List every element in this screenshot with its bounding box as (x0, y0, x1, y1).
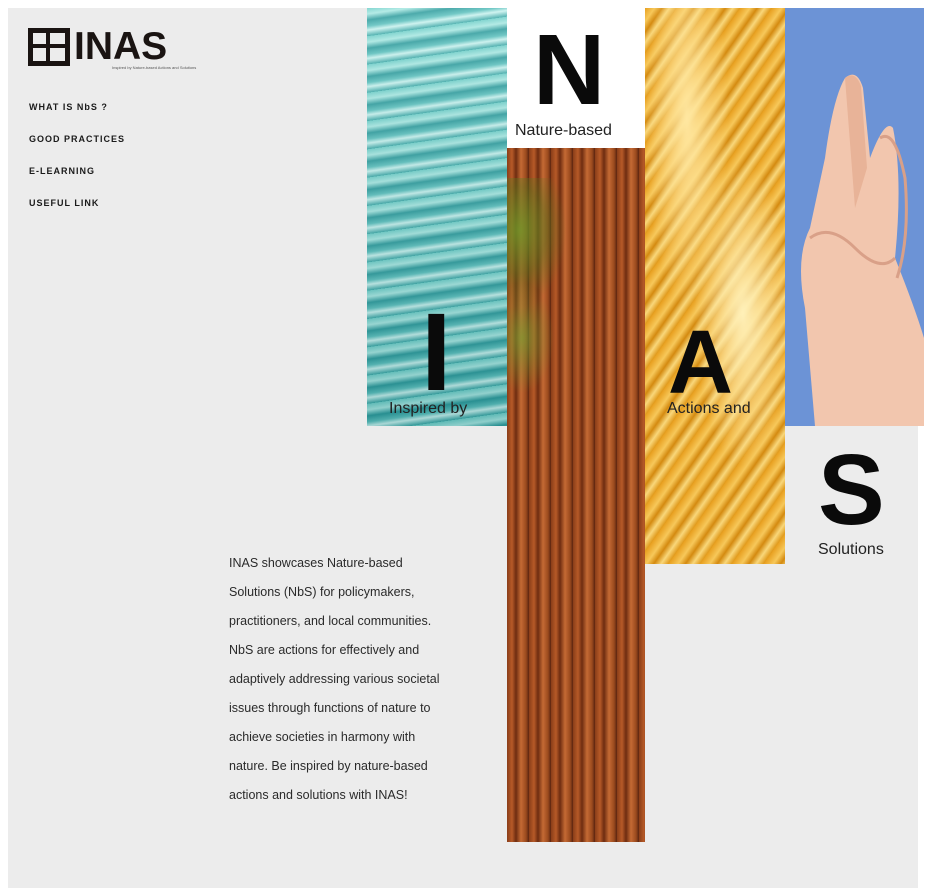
site-logo[interactable]: INAS Inspired by Nature-based Actions an… (28, 25, 196, 70)
forest-trunk-image (507, 148, 645, 842)
letter-s: S (818, 434, 885, 546)
word-solutions: Solutions (818, 541, 884, 558)
nav-item-good-practices[interactable]: GOOD PRACTICES (29, 133, 125, 165)
letter-i: I (421, 291, 452, 414)
word-nature-based: Nature-based (515, 122, 612, 139)
word-actions-and: Actions and (667, 400, 751, 417)
hands-image (785, 8, 924, 426)
nav-item-useful-link[interactable]: USEFUL LINK (29, 197, 125, 229)
nav-item-e-learning[interactable]: E-LEARNING (29, 165, 125, 197)
main-nav: WHAT IS NbS ? GOOD PRACTICES E-LEARNING … (29, 101, 125, 229)
nav-item-what-is-nbs[interactable]: WHAT IS NbS ? (29, 101, 125, 133)
word-inspired-by: Inspired by (389, 400, 468, 417)
logo-tagline: Inspired by Nature-based Actions and Sol… (112, 65, 197, 70)
intro-description: INAS showcases Nature-based Solutions (N… (229, 555, 440, 802)
inas-grid-logo-icon (28, 28, 70, 66)
logo-wordmark: INAS (74, 25, 168, 68)
wheat-image (645, 8, 785, 564)
letter-a: A (668, 313, 733, 413)
letter-n: N (533, 14, 606, 126)
